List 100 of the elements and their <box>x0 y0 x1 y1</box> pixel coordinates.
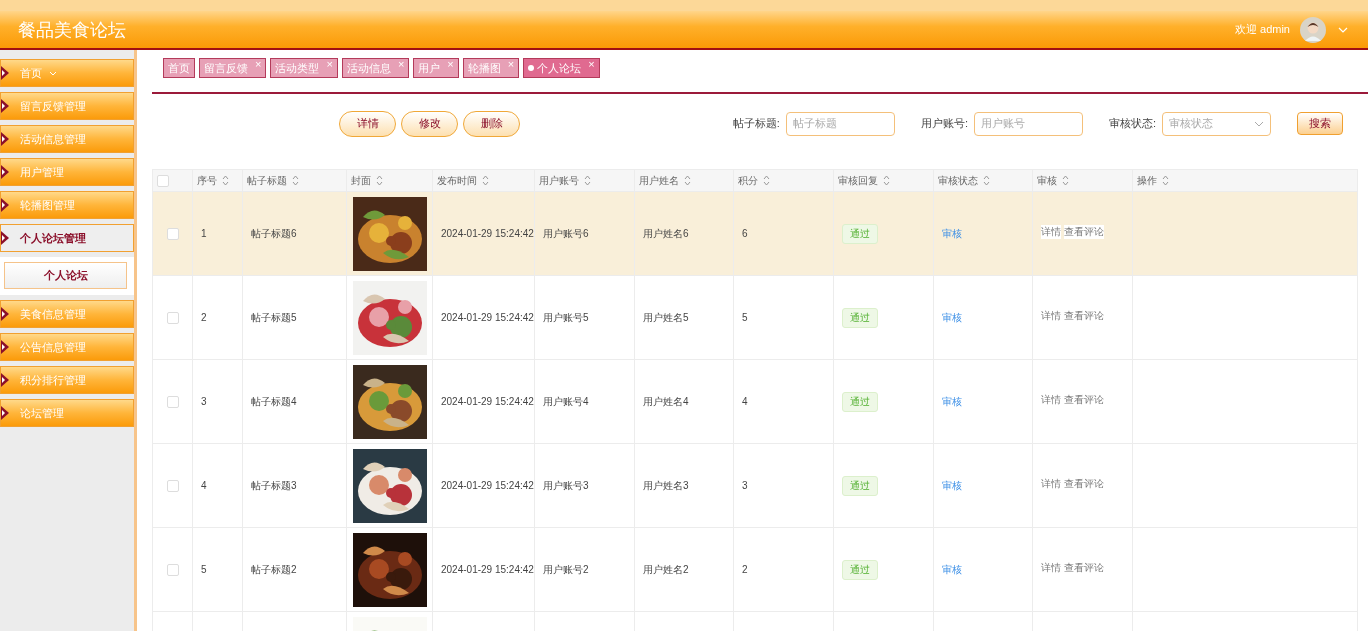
review-link[interactable]: 审核 <box>942 226 962 241</box>
sort-icon[interactable] <box>222 175 229 186</box>
sort-icon[interactable] <box>376 175 383 186</box>
review-link[interactable]: 审核 <box>942 394 962 409</box>
column-header[interactable]: 用户姓名 <box>639 173 679 188</box>
input-field[interactable]: 用户账号 <box>973 111 1083 136</box>
filter-label: 帖子标题: <box>732 116 780 131</box>
table-cell: 3 <box>742 480 748 491</box>
table-cell: 帖子标题2 <box>251 562 297 577</box>
site-title: 餐品美食论坛 <box>18 17 126 42</box>
table-cell: 用户账号6 <box>543 226 589 241</box>
column-header[interactable]: 审核状态 <box>938 173 978 188</box>
table-cell: 用户账号4 <box>543 394 589 409</box>
column-header[interactable]: 帖子标题 <box>247 173 287 188</box>
sort-icon[interactable] <box>983 175 990 186</box>
triangle-icon <box>1 406 9 420</box>
column-header[interactable]: 序号 <box>197 173 217 188</box>
sort-icon[interactable] <box>763 175 770 186</box>
triangle-icon <box>1 132 9 146</box>
sort-icon[interactable] <box>1162 175 1169 186</box>
review-link[interactable]: 审核 <box>942 478 962 493</box>
row-action-link[interactable]: 详情 <box>1041 224 1061 239</box>
table-cell: 帖子标题4 <box>251 394 297 409</box>
table-cell: 用户姓名5 <box>643 310 689 325</box>
tab[interactable]: 活动信息 × <box>341 58 410 78</box>
row-action-link[interactable]: 详情 <box>1041 560 1061 575</box>
row-action-link[interactable]: 查看评论 <box>1064 476 1104 491</box>
column-header[interactable]: 积分 <box>738 173 758 188</box>
close-icon[interactable]: × <box>588 59 595 69</box>
column-header[interactable]: 审核 <box>1037 173 1057 188</box>
sort-icon[interactable] <box>1062 175 1069 186</box>
close-icon[interactable]: × <box>397 59 405 69</box>
table-cell: 5 <box>742 312 748 323</box>
table-cell: 2024-01-29 15:24:42 <box>441 312 534 323</box>
table-cell: 2 <box>742 564 748 575</box>
review-link[interactable]: 审核 <box>942 562 962 577</box>
column-header[interactable]: 封面 <box>351 173 371 188</box>
table-cell: 帖子标题6 <box>251 226 297 241</box>
table-cell: 2024-01-29 15:24:42 <box>441 396 534 407</box>
search-button[interactable]: 搜索 <box>1297 112 1343 135</box>
tab[interactable]: 活动类型 × <box>270 58 338 78</box>
action-button[interactable]: 修改 <box>401 110 458 137</box>
checkbox[interactable] <box>157 174 169 187</box>
table-cell: 4 <box>742 396 748 407</box>
status-tag: 通过 <box>842 475 878 496</box>
tab[interactable]: 个人论坛 × <box>523 58 600 78</box>
table-cell: 用户姓名3 <box>643 478 689 493</box>
submenu-item[interactable]: 个人论坛 <box>4 262 127 289</box>
column-header[interactable]: 发布时间 <box>437 173 477 188</box>
sort-icon[interactable] <box>292 175 299 186</box>
column-header[interactable]: 审核回复 <box>838 173 878 188</box>
checkbox[interactable] <box>166 311 179 324</box>
filter-label: 审核状态: <box>1108 116 1156 131</box>
checkbox[interactable] <box>166 227 179 240</box>
sort-icon[interactable] <box>584 175 591 186</box>
input-field[interactable]: 帖子标题 <box>785 111 895 136</box>
select-field[interactable]: 审核状态 <box>1162 111 1271 136</box>
row-action-link[interactable]: 查看评论 <box>1064 560 1104 575</box>
sort-icon[interactable] <box>883 175 890 186</box>
review-link[interactable]: 审核 <box>942 310 962 325</box>
close-icon[interactable]: × <box>507 59 515 69</box>
tab[interactable]: 用户 × <box>413 58 459 78</box>
caret-icon[interactable] <box>1338 26 1348 33</box>
tab[interactable]: 首页 <box>163 58 195 78</box>
menu-item[interactable]: 个人论坛管理 <box>0 224 134 252</box>
table-cell: 用户账号2 <box>543 562 589 577</box>
column-header[interactable]: 操作 <box>1137 173 1157 188</box>
sort-icon[interactable] <box>482 175 489 186</box>
row-action-link[interactable]: 详情 <box>1041 476 1061 491</box>
row-action-link[interactable]: 查看评论 <box>1064 224 1104 239</box>
column-header[interactable]: 用户账号 <box>539 173 579 188</box>
triangle-icon <box>1 307 9 321</box>
action-button[interactable]: 删除 <box>463 110 520 137</box>
caret-icon <box>49 70 57 76</box>
table-cell: 用户账号3 <box>543 478 589 493</box>
checkbox[interactable] <box>166 479 179 492</box>
checkbox[interactable] <box>166 563 179 576</box>
tab[interactable]: 轮播图 × <box>462 58 520 78</box>
row-action-link[interactable]: 详情 <box>1041 308 1061 323</box>
close-icon[interactable]: × <box>326 59 333 69</box>
close-icon[interactable]: × <box>447 59 454 69</box>
row-action-link[interactable]: 查看评论 <box>1064 392 1104 407</box>
avatar-icon[interactable] <box>1300 16 1326 43</box>
triangle-icon <box>1 99 9 113</box>
table-cell: 2024-01-29 15:24:42 <box>441 228 534 239</box>
tab[interactable]: 留言反馈 × <box>199 58 267 78</box>
status-tag: 通过 <box>842 391 878 412</box>
action-button[interactable]: 详情 <box>339 110 396 137</box>
triangle-icon <box>1 340 9 354</box>
triangle-icon <box>1 231 9 245</box>
table-cell: 3 <box>201 396 207 407</box>
row-action-link[interactable]: 查看评论 <box>1064 308 1104 323</box>
table-cell: 用户账号5 <box>543 310 589 325</box>
checkbox[interactable] <box>166 395 179 408</box>
close-icon[interactable]: × <box>255 59 262 69</box>
triangle-icon <box>1 66 9 80</box>
row-action-link[interactable]: 详情 <box>1041 392 1061 407</box>
sort-icon[interactable] <box>684 175 691 186</box>
caret-icon <box>1254 120 1264 127</box>
triangle-icon <box>1 198 9 212</box>
